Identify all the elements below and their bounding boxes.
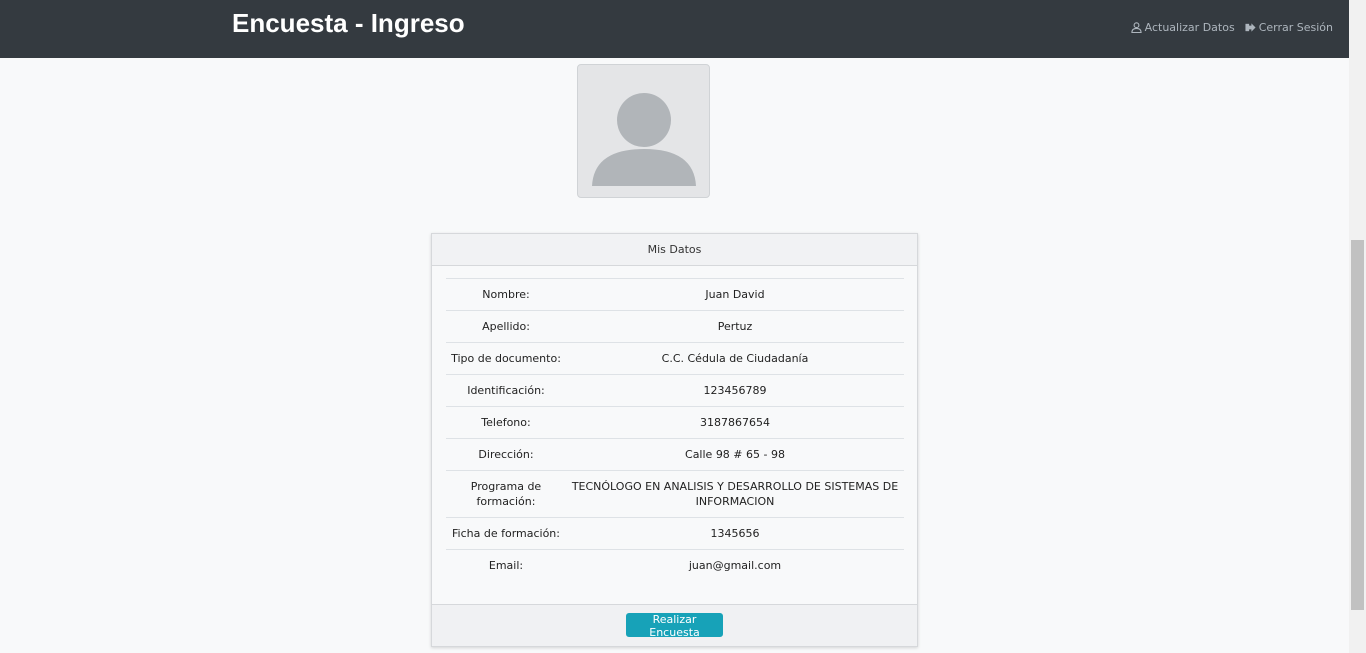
page-title: Encuesta - Ingreso xyxy=(232,8,465,38)
user-icon xyxy=(1131,22,1142,33)
scrollbar[interactable] xyxy=(1349,0,1366,653)
row-value: 1345656 xyxy=(566,517,904,550)
row-label: Tipo de documento: xyxy=(446,342,566,375)
logout-link[interactable]: Cerrar Sesión xyxy=(1245,21,1333,34)
row-label: Identificación: xyxy=(446,374,566,407)
card-footer: Realizar Encuesta xyxy=(432,604,917,646)
table-row: Ficha de formación: 1345656 xyxy=(446,517,904,550)
update-data-link[interactable]: Actualizar Datos xyxy=(1131,21,1235,34)
row-label: Dirección: xyxy=(446,438,566,471)
take-survey-button[interactable]: Realizar Encuesta xyxy=(626,613,723,639)
user-data-table: Nombre: Juan David Apellido: Pertuz Tipo de … xyxy=(446,278,904,582)
table-row: Tipo de documento: C.C. Cédula de Ciudada… xyxy=(446,342,904,375)
sign-out-icon xyxy=(1245,23,1256,32)
row-label: Email: xyxy=(446,549,566,582)
row-value: Juan David xyxy=(566,278,904,311)
row-value: Pertuz xyxy=(566,310,904,343)
table-row: Nombre: Juan David xyxy=(446,278,904,311)
table-row: Telefono: 3187867654 xyxy=(446,406,904,439)
row-value: juan@gmail.com xyxy=(566,549,904,582)
update-data-label: Actualizar Datos xyxy=(1144,21,1235,34)
avatar xyxy=(577,64,710,198)
table-row: Identificación: 123456789 xyxy=(446,374,904,407)
row-value: C.C. Cédula de Ciudadanía xyxy=(566,342,904,375)
row-value: 123456789 xyxy=(566,374,904,407)
row-value: TECNÓLOGO EN ANALISIS Y DESARROLLO DE SI… xyxy=(566,470,904,518)
row-value: 3187867654 xyxy=(566,406,904,439)
row-value: Calle 98 # 65 - 98 xyxy=(566,438,904,471)
row-label: Nombre: xyxy=(446,278,566,311)
navbar: Encuesta - Ingreso Actualizar Datos Cerr… xyxy=(0,0,1349,58)
logout-label: Cerrar Sesión xyxy=(1258,21,1333,34)
table-row: Dirección: Calle 98 # 65 - 98 xyxy=(446,438,904,471)
table-row: Programa de formación: TECNÓLOGO EN ANALI… xyxy=(446,470,904,518)
row-label: Apellido: xyxy=(446,310,566,343)
row-label: Ficha de formación: xyxy=(446,517,566,550)
table-row: Apellido: Pertuz xyxy=(446,310,904,343)
card-title: Mis Datos xyxy=(432,234,917,266)
scrollbar-thumb[interactable] xyxy=(1351,240,1364,610)
table-row: Email: juan@gmail.com xyxy=(446,549,904,582)
my-data-card: Mis Datos Nombre: Juan David Apellido: Pert… xyxy=(431,233,918,647)
row-label: Telefono: xyxy=(446,406,566,439)
row-label: Programa de formación: xyxy=(446,470,566,518)
user-placeholder-icon xyxy=(592,93,696,186)
